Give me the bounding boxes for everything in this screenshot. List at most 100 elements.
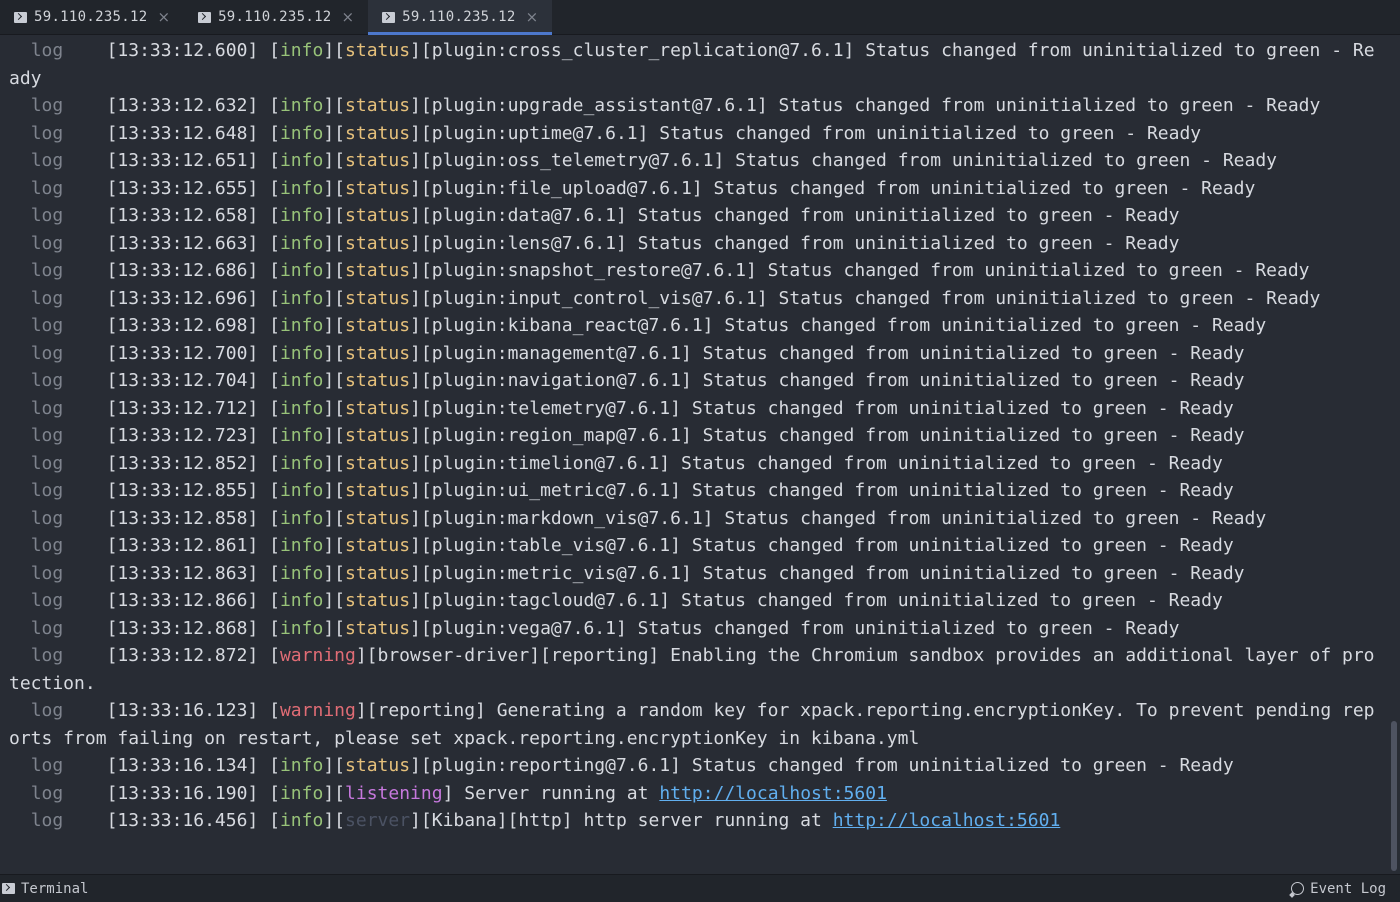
vertical-scrollbar[interactable] (1388, 35, 1400, 874)
log-timestamp: [13:33:12.704] (106, 370, 259, 391)
tab-session-1[interactable]: 59.110.235.12 × (0, 0, 184, 34)
log-level: info (279, 177, 324, 199)
log-timestamp: [13:33:12.600] (106, 40, 259, 61)
log-message: [plugin:lens@7.6.1] Status changed from … (420, 232, 1180, 254)
log-line: log [13:33:12.632] [info][status][plugin… (30, 95, 1321, 116)
log-message: [plugin:metric_vis@7.6.1] Status changed… (420, 562, 1245, 584)
event-log-label: Event Log (1310, 880, 1386, 897)
log-line: log [13:33:12.686] [info][status][plugin… (30, 260, 1310, 281)
log-message: [plugin:data@7.6.1] Status changed from … (420, 205, 1180, 226)
terminal-output[interactable]: log [13:33:12.600] [info][status][plugin… (0, 35, 1388, 874)
log-tag: status (345, 95, 411, 116)
log-timestamp: [13:33:12.872] (106, 645, 259, 666)
tab-label: 59.110.235.12 (402, 9, 516, 25)
log-prefix: log (30, 617, 64, 639)
log-link[interactable]: http://localhost:5601 (659, 783, 887, 804)
log-message: [plugin:uptime@7.6.1] Status changed fro… (420, 122, 1202, 144)
log-tag: status (345, 232, 411, 254)
close-icon[interactable]: × (526, 8, 539, 26)
log-tag: status (345, 590, 411, 611)
log-prefix: log (30, 315, 64, 336)
log-level: info (279, 95, 324, 116)
tab-session-3[interactable]: 59.110.235.12 × (368, 0, 553, 35)
log-prefix: log (30, 260, 64, 281)
log-level: info (279, 315, 324, 336)
log-message: [plugin:tagcloud@7.6.1] Status changed f… (420, 590, 1223, 611)
tab-session-2[interactable]: 59.110.235.12 × (184, 0, 368, 34)
tab-label: 59.110.235.12 (218, 9, 332, 25)
log-line: log [13:33:12.700] [info][status][plugin… (30, 342, 1245, 364)
log-level: info (279, 232, 324, 254)
terminal-tool-button[interactable]: Terminal (0, 881, 88, 897)
speech-bubble-icon (1291, 882, 1305, 895)
log-tag: status (345, 205, 411, 226)
log-timestamp: [13:33:12.655] (106, 177, 259, 199)
terminal-icon (14, 11, 27, 23)
log-level: info (279, 590, 324, 611)
log-line: log [13:33:12.855] [info][status][plugin… (30, 480, 1234, 501)
log-tag: server (345, 810, 411, 831)
log-prefix: log (30, 535, 64, 556)
log-timestamp: [13:33:12.648] (106, 122, 259, 144)
log-link[interactable]: http://localhost:5601 (833, 810, 1061, 831)
log-line: log [13:33:12.696] [info][status][plugin… (30, 287, 1321, 309)
log-message: [plugin:oss_telemetry@7.6.1] Status chan… (420, 150, 1278, 171)
log-level: info (279, 617, 324, 639)
log-prefix: log (30, 205, 64, 226)
log-level: info (279, 40, 324, 61)
log-timestamp: [13:33:12.861] (106, 535, 259, 556)
log-timestamp: [13:33:12.866] (106, 590, 259, 611)
log-level: info (279, 342, 324, 364)
log-line: log [13:33:16.134] [info][status][plugin… (30, 755, 1234, 776)
log-line: log [13:33:12.663] [info][status][plugin… (30, 232, 1180, 254)
log-tag: status (345, 122, 411, 144)
terminal-icon (2, 883, 15, 894)
event-log-button[interactable]: Event Log (1291, 881, 1400, 897)
log-line: log [13:33:12.651] [info][status][plugin… (30, 150, 1278, 171)
log-timestamp: [13:33:12.852] (106, 452, 259, 474)
log-message: [plugin:ui_metric@7.6.1] Status changed … (420, 480, 1234, 501)
log-line: log [13:33:12.868] [info][status][plugin… (30, 617, 1180, 639)
log-message: [plugin:management@7.6.1] Status changed… (420, 342, 1245, 364)
log-message: [plugin:timelion@7.6.1] Status changed f… (420, 452, 1223, 474)
scrollbar-thumb[interactable] (1391, 721, 1397, 871)
log-lines: log [13:33:12.600] [info][status][plugin… (9, 37, 1379, 835)
log-timestamp: [13:33:12.863] (106, 562, 259, 584)
log-tag: status (345, 177, 411, 199)
log-prefix: log (30, 370, 64, 391)
log-level: info (279, 562, 324, 584)
log-tag: status (345, 370, 411, 391)
log-tag: status (345, 260, 411, 281)
log-tag: status (345, 287, 411, 309)
log-tag: status (345, 480, 411, 501)
log-level: info (279, 480, 324, 501)
log-level: info (279, 260, 324, 281)
close-icon[interactable]: × (157, 8, 170, 26)
log-line: log [13:33:12.600] [info][status][plugin… (9, 40, 1375, 89)
log-message: [plugin:file_upload@7.6.1] Status change… (420, 177, 1256, 199)
log-level: info (279, 370, 324, 391)
log-prefix: log (30, 122, 64, 144)
log-level: info (279, 507, 324, 529)
log-prefix: log (30, 452, 64, 474)
log-level: warning (279, 645, 356, 666)
log-timestamp: [13:33:16.123] (106, 700, 259, 721)
log-message: [plugin:table_vis@7.6.1] Status changed … (420, 535, 1234, 556)
log-prefix: log (30, 40, 64, 61)
log-line: log [13:33:12.863] [info][status][plugin… (30, 562, 1245, 584)
log-prefix: log (30, 755, 64, 776)
close-icon[interactable]: × (342, 8, 355, 26)
status-bar: Terminal Event Log (0, 874, 1400, 902)
log-message: [plugin:input_control_vis@7.6.1] Status … (420, 287, 1321, 309)
log-message: [plugin:region_map@7.6.1] Status changed… (420, 425, 1245, 446)
log-timestamp: [13:33:16.190] (106, 782, 259, 804)
log-level: info (279, 425, 324, 446)
log-timestamp: [13:33:12.686] (106, 260, 259, 281)
log-prefix: log (30, 177, 64, 199)
log-level: info (279, 287, 324, 309)
log-timestamp: [13:33:12.868] (106, 617, 259, 639)
log-prefix: log (30, 562, 64, 584)
log-line: log [13:33:16.123] [warning][reporting] … (9, 700, 1375, 749)
log-message: [plugin:navigation@7.6.1] Status changed… (420, 370, 1245, 391)
log-tag: status (345, 425, 411, 446)
